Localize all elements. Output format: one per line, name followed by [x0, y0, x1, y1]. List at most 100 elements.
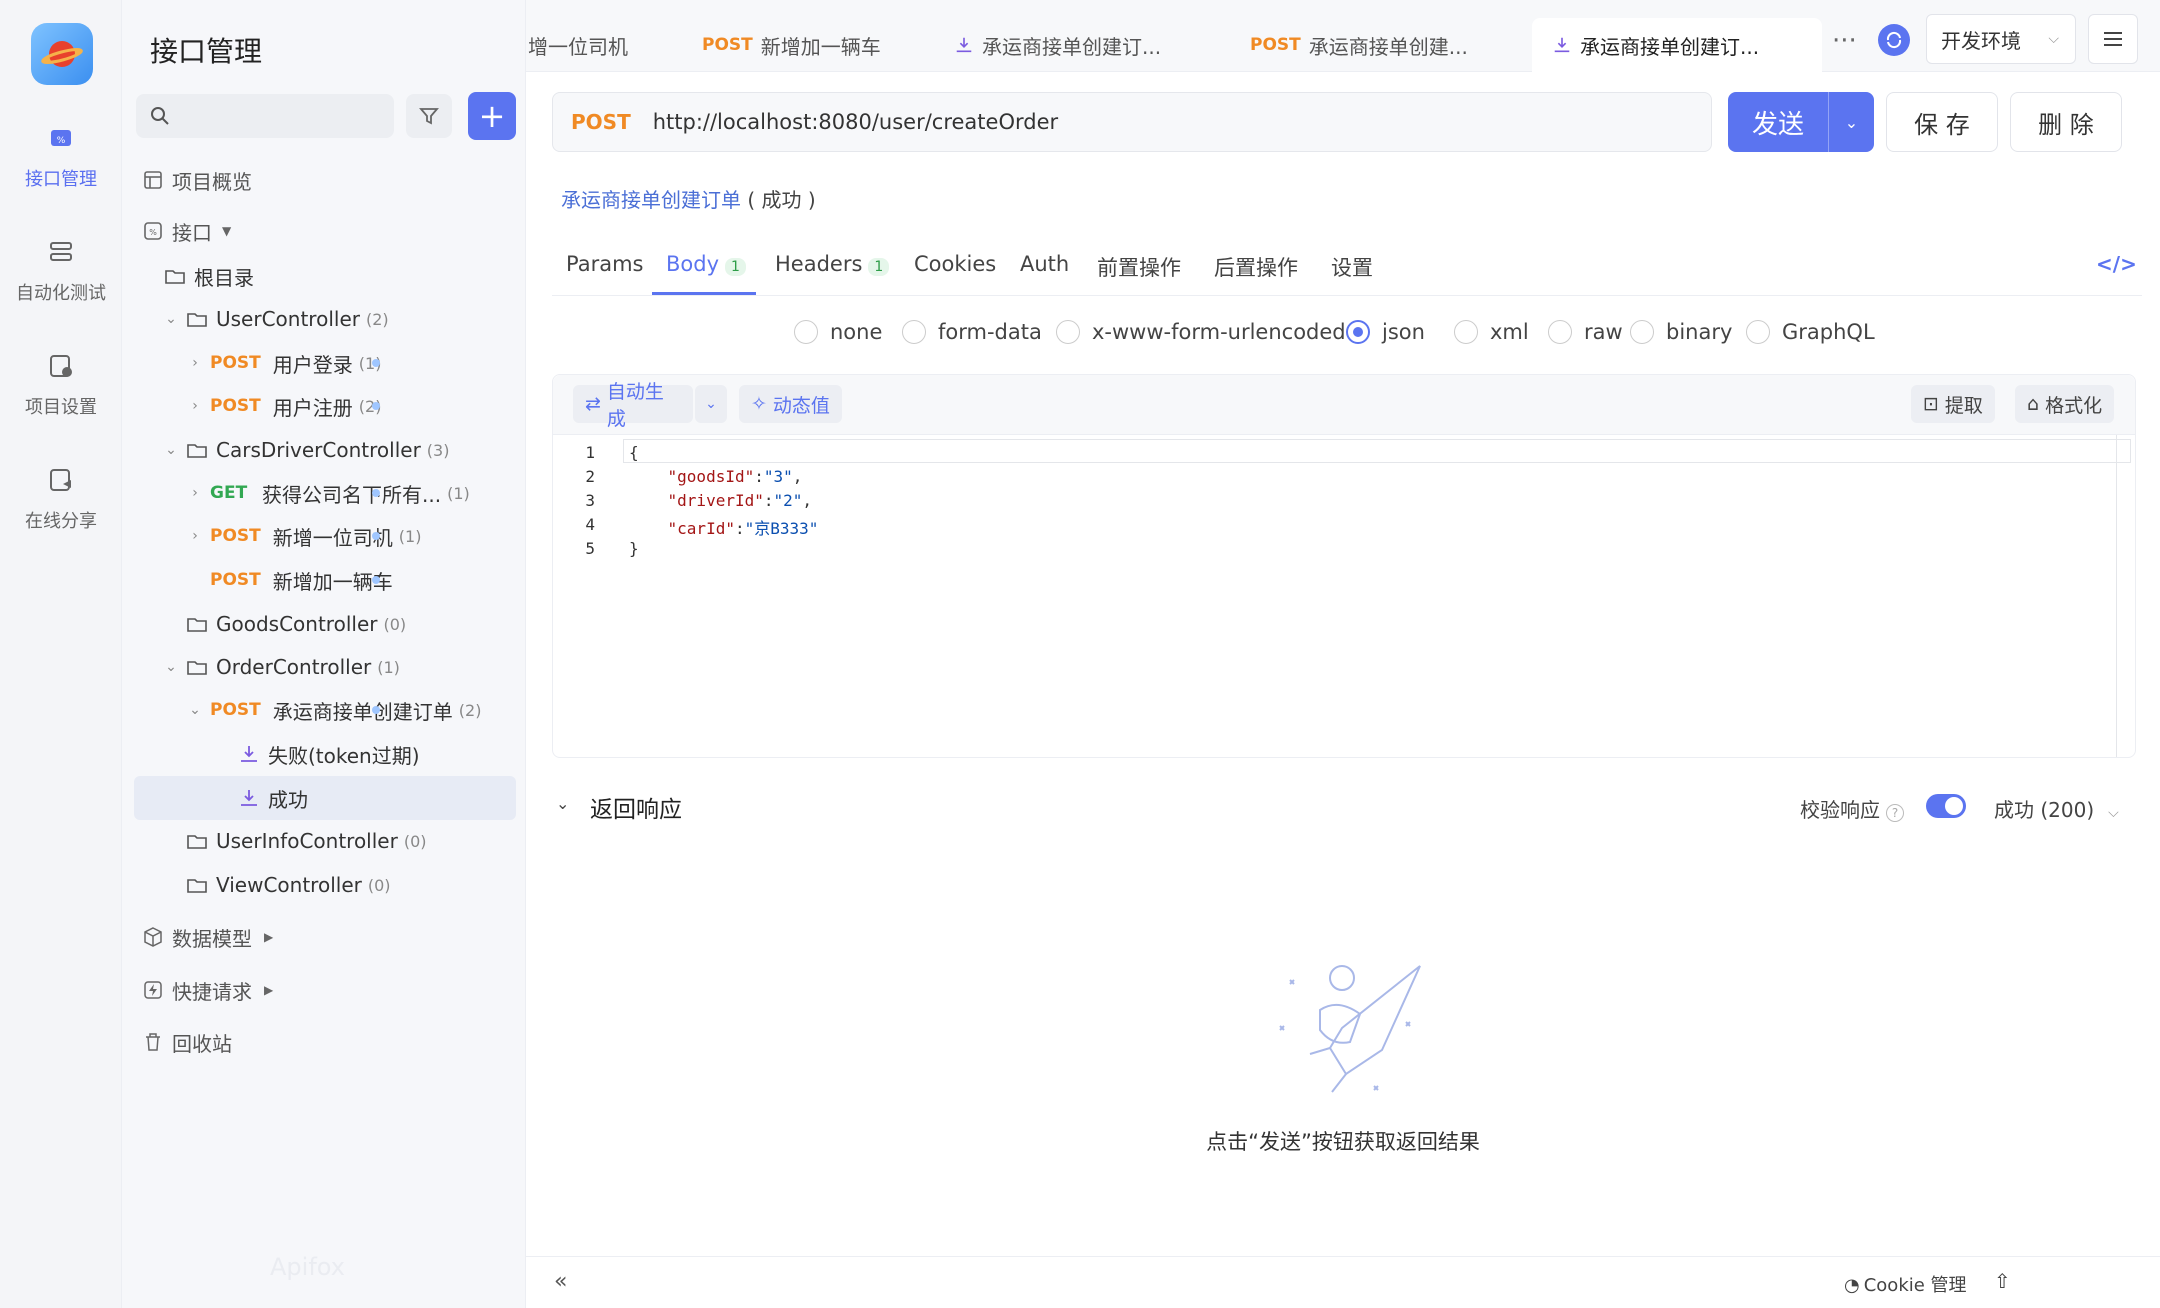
rail-item-api[interactable]: % 接口管理	[0, 124, 122, 191]
code-line: {	[629, 443, 639, 462]
tab-settings[interactable]: 设置	[1331, 252, 1373, 282]
tree-folder[interactable]: GoodsController (0)	[186, 604, 406, 644]
url-input[interactable]: http://localhost:8080/user/createOrder	[653, 110, 1058, 134]
save-button[interactable]: 保 存	[1886, 92, 1998, 152]
verify-toggle[interactable]	[1926, 794, 1966, 818]
tab-label: Body	[666, 252, 720, 276]
status-dot	[372, 576, 380, 584]
tree-endpoint[interactable]: › POST 用户登录 (1)	[186, 343, 381, 383]
tab-item[interactable]: POST 新增加一辆车	[702, 18, 881, 72]
tab-item[interactable]: POST 承运商接单创建...	[1250, 18, 1480, 72]
auto-generate-button[interactable]: ⇄ 自动生成	[573, 381, 693, 430]
tree-label: 项目概览	[172, 169, 252, 194]
code-icon[interactable]: </>	[2096, 252, 2137, 276]
tree-case[interactable]: 失败(token过期)	[238, 734, 420, 774]
tree-item-root[interactable]: 根目录	[164, 256, 254, 296]
endpoint-link[interactable]: 承运商接单创建订单	[561, 188, 741, 212]
response-status-select[interactable]: 成功 (200) ⌵	[1994, 794, 2119, 823]
folder-name: GoodsController	[216, 612, 378, 636]
tree-item-api[interactable]: % 接口 ▼	[142, 211, 231, 251]
bottom-bar: « ◔ Cookie 管理 ⇧	[526, 1256, 2160, 1308]
json-editor[interactable]: ⇄ 自动生成 ⌄ ✧ 动态值 ⊡ 提取 ⌂ 格式化 1 2 3 4 5 { "goods…	[552, 374, 2136, 758]
tree-endpoint[interactable]: › POST 新增一位司机 (1)	[186, 516, 421, 556]
left-rail: % 接口管理 自动化测试 项目设置 在线分享	[0, 0, 122, 1308]
tree-label: 回收站	[172, 1031, 232, 1056]
auto-generate-dropdown[interactable]: ⌄	[695, 385, 727, 423]
environment-select[interactable]: 开发环境 ⌵	[1926, 14, 2076, 64]
chevron-down-icon[interactable]: ⌄	[556, 794, 569, 813]
rail-item-automation[interactable]: 自动化测试	[0, 238, 122, 305]
menu-button[interactable]	[2088, 14, 2138, 64]
tab-pre-operations[interactable]: 前置操作	[1097, 252, 1181, 282]
tab-item[interactable]: 增一位司机	[528, 18, 692, 72]
search-input[interactable]	[180, 105, 380, 127]
help-icon[interactable]: ?	[1886, 804, 1904, 822]
radio-none[interactable]: none	[794, 320, 882, 344]
search-box[interactable]	[136, 94, 394, 138]
case-icon	[241, 790, 257, 806]
tree-endpoint[interactable]: ⌄ POST 承运商接单创建订单 (2)	[186, 690, 481, 730]
chevron-down-icon: ⌵	[2048, 31, 2059, 47]
tree-folder[interactable]: ViewController (0)	[186, 865, 391, 905]
format-button[interactable]: ⌂ 格式化	[2015, 385, 2115, 423]
folder-icon	[187, 879, 207, 893]
radio-json[interactable]: json	[1346, 320, 1425, 344]
tree-folder[interactable]: ⌄ OrderController (1)	[162, 647, 400, 687]
tree-item-quick-request[interactable]: 快捷请求 ▶	[142, 970, 273, 1010]
rail-item-settings[interactable]: 项目设置	[0, 352, 122, 419]
radio-urlencoded[interactable]: x-www-form-urlencoded	[1056, 320, 1346, 344]
editor-scrollbar[interactable]	[2116, 435, 2117, 757]
sync-icon[interactable]	[1878, 24, 1910, 56]
folder-name: UserInfoController	[216, 829, 398, 853]
url-bar[interactable]: POST http://localhost:8080/user/createOr…	[552, 92, 1712, 152]
add-button[interactable]: +	[468, 92, 516, 140]
tree-folder[interactable]: UserInfoController (0)	[186, 821, 427, 861]
radio-binary[interactable]: binary	[1630, 320, 1732, 344]
more-tabs-button[interactable]: ···	[1832, 26, 1857, 56]
caret-down-icon: ▼	[222, 224, 232, 238]
tab-auth[interactable]: Auth	[1020, 252, 1069, 276]
tab-item[interactable]: 承运商接单创建订...	[954, 18, 1184, 72]
tab-item-active[interactable]: 承运商接单创建订...	[1532, 18, 1822, 72]
tree-item-recycle[interactable]: 回收站	[142, 1022, 232, 1062]
case-icon	[956, 37, 972, 53]
folder-icon	[187, 618, 207, 632]
method-select[interactable]: POST	[571, 110, 631, 134]
send-dropdown-icon[interactable]: ⌄	[1828, 92, 1874, 152]
tab-cookies[interactable]: Cookies	[914, 252, 996, 276]
radio-graphql[interactable]: GraphQL	[1746, 320, 1875, 344]
api-icon: %	[51, 130, 71, 146]
collapse-sidebar-icon[interactable]: «	[554, 1269, 567, 1294]
app-logo[interactable]	[31, 23, 93, 85]
radio-form-data[interactable]: form-data	[902, 320, 1042, 344]
tab-post-operations[interactable]: 后置操作	[1214, 252, 1298, 282]
rail-label: 接口管理	[25, 169, 97, 190]
rail-item-share[interactable]: 在线分享	[0, 466, 122, 533]
tree-endpoint[interactable]: › POST 用户注册 (2)	[186, 386, 381, 426]
tab-params[interactable]: Params	[566, 252, 644, 276]
tab-headers[interactable]: Headers 1	[775, 252, 890, 276]
tree-folder[interactable]: ⌄ CarsDriverController (3)	[162, 430, 449, 470]
dynamic-value-button[interactable]: ✧ 动态值	[739, 385, 842, 423]
tab-body[interactable]: Body 1	[666, 252, 746, 276]
current-line-highlight	[623, 439, 2131, 463]
rail-label: 在线分享	[25, 511, 97, 532]
filter-button[interactable]	[406, 94, 452, 138]
tree-folder[interactable]: ⌄ UserController (2)	[162, 299, 389, 339]
radio-raw[interactable]: raw	[1548, 320, 1623, 344]
tree-endpoint[interactable]: POST 新增加一辆车	[210, 560, 393, 600]
tree-item-overview[interactable]: 项目概览	[142, 160, 252, 200]
send-button[interactable]: 发送 ⌄	[1728, 92, 1874, 152]
environment-label: 开发环境	[1941, 28, 2021, 53]
tree-item-data-model[interactable]: 数据模型 ▶	[142, 917, 273, 957]
radio-xml[interactable]: xml	[1454, 320, 1529, 344]
tree-case[interactable]: 成功	[238, 778, 308, 818]
delete-button[interactable]: 删 除	[2010, 92, 2122, 152]
tree-endpoint[interactable]: › GET 获得公司名下所有... (1)	[186, 473, 470, 513]
upload-icon[interactable]: ⇧	[1994, 1269, 2011, 1293]
cookie-manager-button[interactable]: ◔ Cookie 管理	[1844, 1271, 1967, 1297]
settings-icon	[50, 355, 72, 377]
extract-button[interactable]: ⊡ 提取	[1911, 385, 1995, 423]
radio-label: binary	[1666, 320, 1733, 344]
count-badge: 1	[725, 258, 746, 276]
